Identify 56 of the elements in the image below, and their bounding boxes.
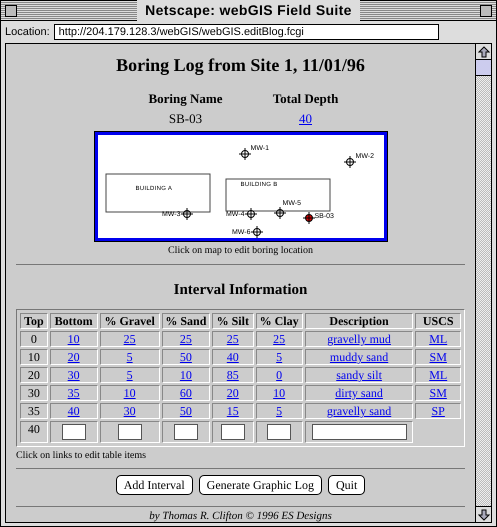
map-caption: Click on map to edit boring location [168,244,313,258]
column-header: USCS [415,313,461,329]
column-header: Top [20,313,48,329]
window-title: Netscape: webGIS Field Suite [137,0,360,21]
well-marker-icon[interactable] [180,208,193,220]
scroll-down-arrow-icon[interactable] [476,506,491,522]
form-button[interactable]: Add Interval [116,475,193,495]
table-cell: 10 [20,349,48,365]
well-marker-icon[interactable] [238,148,251,160]
table-cell: 30 [20,385,48,401]
table-cell: 0 [20,331,48,347]
location-label: Location: [5,24,50,40]
table-link[interactable]: 5 [126,368,133,382]
input-field[interactable] [62,424,86,440]
column-header: Description [304,313,414,329]
well-marker-icon[interactable] [250,226,263,238]
table-cell: 35 [20,403,48,419]
well-marker-icon[interactable] [273,206,286,220]
input-field[interactable] [174,424,198,440]
form-button[interactable]: Generate Graphic Log [198,475,322,495]
table-cell: 20 [20,367,48,383]
input-field[interactable] [312,424,407,440]
column-header: % Sand [162,313,210,329]
boring-name: SB-03 [168,110,204,128]
column-header: % Silt [212,313,254,329]
table-link[interactable]: 10 [124,386,136,400]
well-marker-icon[interactable] [343,156,356,168]
input-field[interactable] [220,424,245,440]
column-header: % Gravel [100,313,160,329]
total-depth-link[interactable]: 40 [260,108,350,128]
location-field[interactable]: http://204.179.128.3/webGIS/webGIS.editBlog.fcgi [54,24,439,40]
scroll-thumb[interactable] [476,60,491,76]
table-link[interactable]: 5 [126,350,133,364]
input-field[interactable] [118,424,142,440]
scroll-up-arrow-icon[interactable] [476,44,491,60]
scrollbar[interactable] [475,44,491,522]
column-header: Bottom [50,313,98,329]
zoom-box[interactable] [480,4,492,16]
table-link[interactable]: 5 [276,404,282,418]
table-link[interactable]: 25 [124,332,136,346]
page-heading: Boring Log from Site 1, 11/01/96 [116,54,365,77]
close-box[interactable] [5,4,17,16]
column-header: % Clay [256,313,303,329]
well-marker-icon[interactable] [302,212,315,224]
column-label: Boring Name [147,90,224,108]
column-label: Total Depth [272,90,340,108]
table-link[interactable]: 5 [276,350,282,364]
table-note: Click on links to edit table items [16,449,146,463]
footer-credit: by Thomas R. Clifton © 1996 ES Designs [149,510,332,522]
section-heading: Interval Information [174,280,308,300]
table-link[interactable]: 30 [124,404,136,418]
input-field[interactable] [267,424,292,440]
well-marker-icon[interactable] [244,208,257,220]
form-button[interactable]: Quit [328,475,366,495]
table-link[interactable]: 0 [276,368,282,382]
table-cell: 40 [20,421,48,443]
